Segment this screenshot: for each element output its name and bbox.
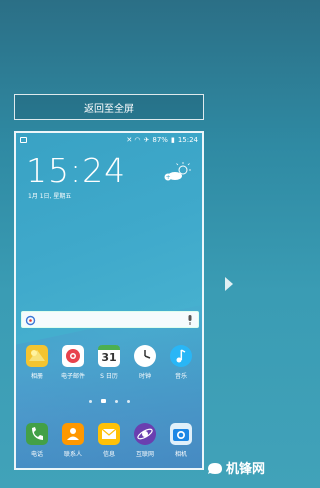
app-label: 相机 bbox=[174, 451, 187, 458]
status-time: 15:24 bbox=[177, 136, 198, 144]
app-label: 相册 bbox=[30, 373, 43, 380]
messages-icon bbox=[98, 423, 120, 445]
clock-icon bbox=[134, 345, 156, 367]
app-camera[interactable]: 相机 bbox=[165, 423, 197, 458]
status-bar: ✕ ◠ ✈ 87% ▮ 15:24 bbox=[16, 133, 202, 147]
watermark: 机锋网 bbox=[207, 458, 265, 477]
app-internet[interactable]: 互联网 bbox=[129, 423, 161, 458]
page-dot bbox=[88, 399, 92, 403]
app-row-dock: 电话 联系人 信息 互联网 相机 bbox=[21, 423, 197, 458]
lock-clock: 15:24 bbox=[26, 151, 127, 190]
app-email[interactable]: 电子邮件 bbox=[57, 345, 89, 380]
notification-icon bbox=[20, 137, 27, 143]
phone-preview[interactable]: ✕ ◠ ✈ 87% ▮ 15:24 15:24 1月 1日, 星期五 + 相册 … bbox=[14, 131, 204, 470]
watermark-brand: 机锋网 bbox=[226, 462, 266, 477]
contacts-icon bbox=[62, 423, 84, 445]
music-icon bbox=[170, 345, 192, 367]
page-dot bbox=[126, 399, 130, 403]
phone-icon bbox=[26, 423, 48, 445]
app-music[interactable]: 音乐 bbox=[165, 345, 197, 380]
home-page-dot bbox=[100, 399, 106, 403]
app-label: 联系人 bbox=[63, 451, 82, 458]
calendar-icon: 31 bbox=[98, 345, 120, 367]
app-label: 电话 bbox=[30, 451, 43, 458]
app-contacts[interactable]: 联系人 bbox=[57, 423, 89, 458]
app-phone[interactable]: 电话 bbox=[21, 423, 53, 458]
app-label: 互联网 bbox=[135, 451, 154, 458]
gallery-icon bbox=[26, 345, 48, 367]
page-indicator[interactable] bbox=[16, 399, 202, 403]
watermark-logo-icon bbox=[208, 462, 222, 474]
google-icon bbox=[25, 315, 36, 326]
app-label: S 日历 bbox=[100, 373, 118, 380]
app-row-top: 相册 电子邮件 31 S 日历 时钟 音乐 bbox=[21, 345, 197, 380]
weather-icon[interactable]: + bbox=[164, 161, 192, 183]
app-label: 信息 bbox=[102, 451, 115, 458]
signal-icon: ✕ ◠ bbox=[126, 136, 141, 144]
email-icon bbox=[62, 345, 84, 367]
lock-date: 1月 1日, 星期五 bbox=[28, 193, 72, 200]
mic-icon[interactable] bbox=[187, 315, 193, 325]
app-label: 音乐 bbox=[174, 373, 187, 380]
airplane-icon: ✈ bbox=[143, 136, 150, 144]
internet-icon bbox=[134, 423, 156, 445]
svg-text:+: + bbox=[166, 174, 171, 181]
app-messages[interactable]: 信息 bbox=[93, 423, 125, 458]
return-to-fullscreen-button[interactable]: 返回至全屏 bbox=[14, 94, 204, 120]
page-dot bbox=[114, 399, 118, 403]
battery-icon: ▮ bbox=[170, 136, 175, 144]
camera-icon bbox=[170, 423, 192, 445]
app-label: 电子邮件 bbox=[60, 373, 85, 380]
battery-percent: 87% bbox=[152, 136, 168, 144]
google-search-bar[interactable] bbox=[21, 311, 199, 328]
app-label: 时钟 bbox=[138, 373, 151, 380]
app-calendar[interactable]: 31 S 日历 bbox=[93, 345, 125, 380]
app-gallery[interactable]: 相册 bbox=[21, 345, 53, 380]
app-clock[interactable]: 时钟 bbox=[129, 345, 161, 380]
next-page-arrow-icon[interactable] bbox=[225, 277, 233, 291]
